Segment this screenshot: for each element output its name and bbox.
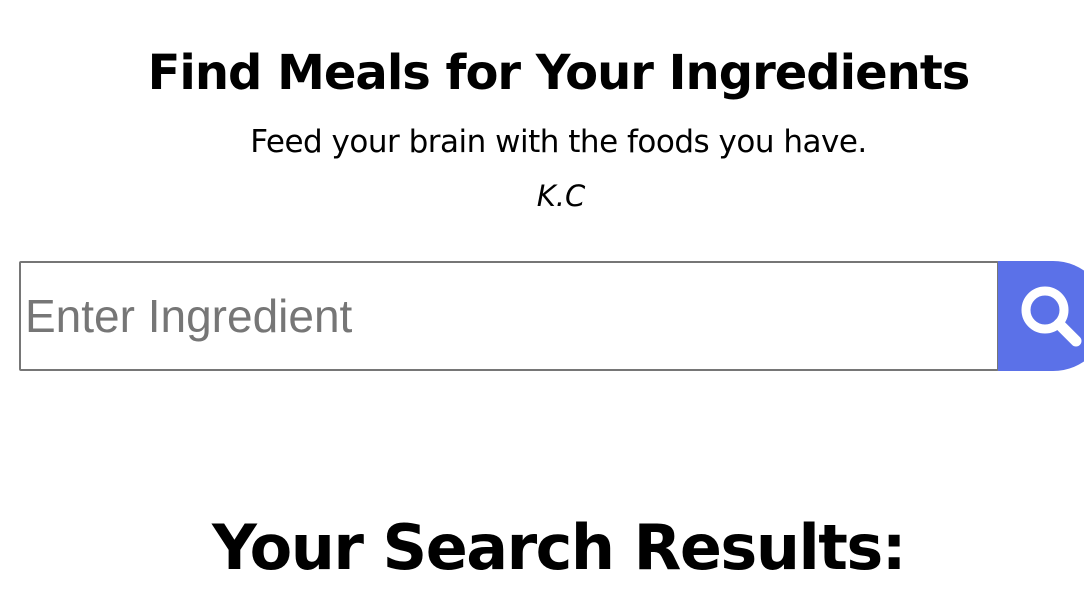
author-signature: K.C [536, 179, 586, 213]
ingredient-search-input[interactable] [19, 261, 999, 371]
tagline: Feed your brain with the foods you have. [250, 124, 867, 160]
search-bar [19, 261, 1084, 371]
results-heading: Your Search Results: [211, 511, 907, 584]
page: Find Meals for Your Ingredients Feed you… [0, 0, 1084, 593]
search-icon [1021, 286, 1082, 347]
search-button[interactable] [998, 261, 1084, 371]
page-title: Find Meals for Your Ingredients [147, 45, 971, 101]
